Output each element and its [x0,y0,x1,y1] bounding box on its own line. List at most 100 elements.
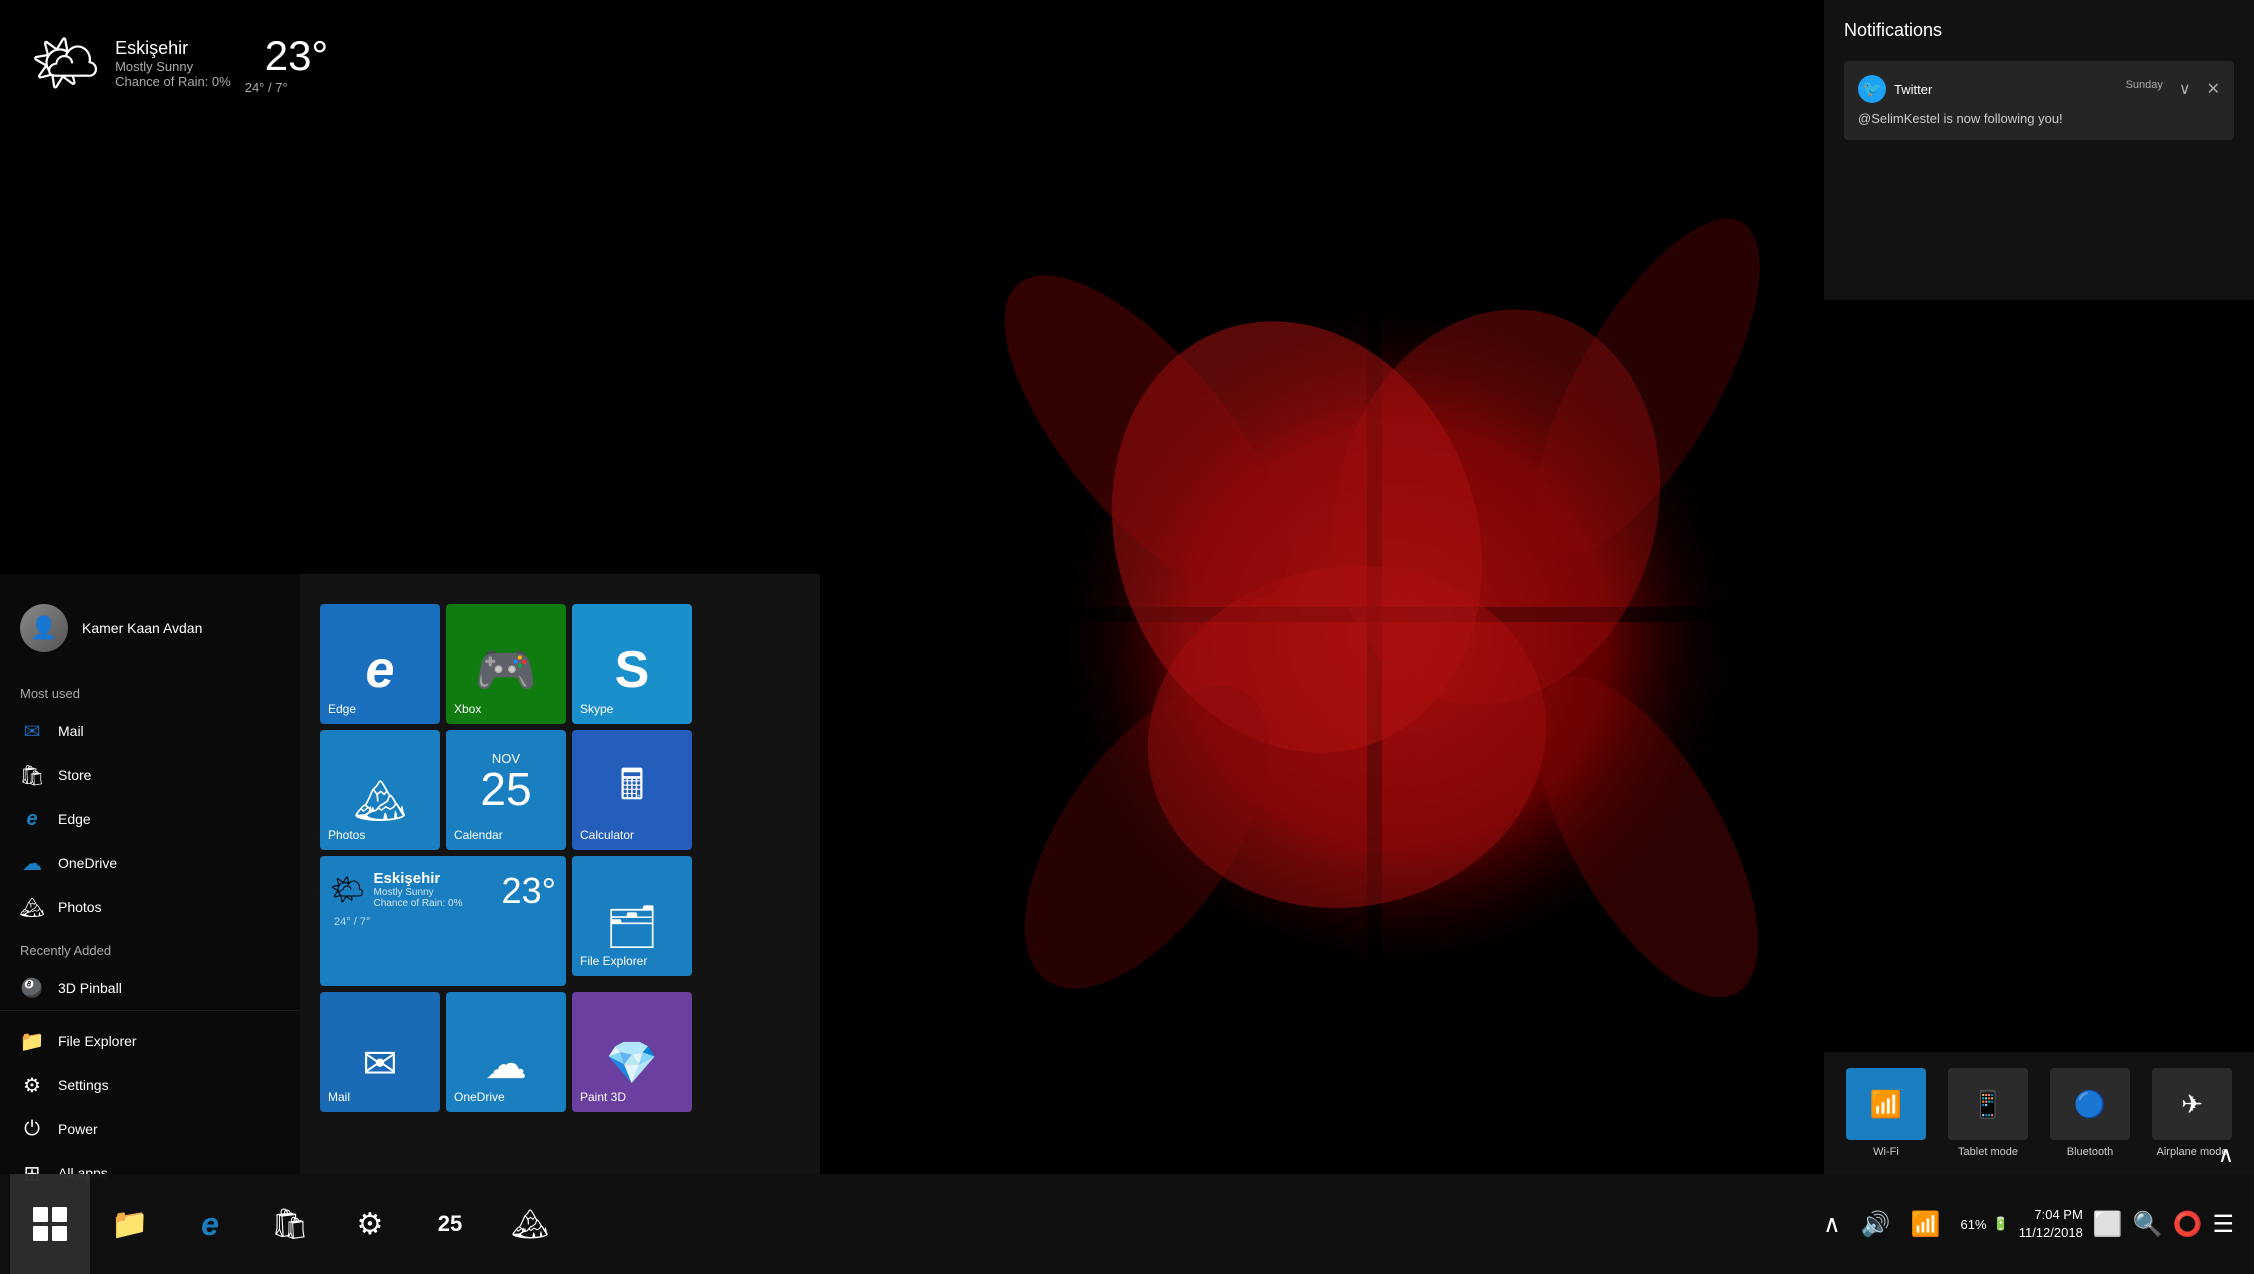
tile-calculator[interactable]: 🖩 Calculator [572,730,692,850]
mail-tile-icon: ✉ [362,1039,397,1088]
taskbar-calendar-icon: 25 [438,1211,462,1237]
power-icon: ⏻ [20,1117,44,1141]
taskbar-store-icon: 🛍 [271,1207,309,1242]
notif-app-name: Twitter [1894,82,1932,97]
tile-label-skype: Skype [580,702,613,716]
search-icon[interactable]: 🔍 [2133,1210,2163,1239]
bottom-label-file-explorer: File Explorer [58,1033,137,1049]
taskbar-left: 📁 e 🛍 ⚙ 25 🏔 [0,1174,580,1274]
airplane-icon: ✈ [2181,1089,2203,1120]
bluetooth-icon-box: 🔵 [2050,1068,2130,1140]
tile-label-photos: Photos [328,828,365,842]
weather-widget: 🌤 Eskişehir Mostly Sunny Chance of Rain:… [30,30,328,96]
tile-calendar[interactable]: NOV 25 Calendar [446,730,566,850]
bottom-power[interactable]: ⏻ Power [0,1107,300,1151]
tiles-row-2: 🏔 Photos NOV 25 Calendar 🖩 Calculator [320,730,800,850]
quick-action-wifi[interactable]: 📶 Wi-Fi [1840,1068,1932,1158]
quick-action-bluetooth[interactable]: 🔵 Bluetooth [2044,1068,2136,1158]
edge-tile-icon: e [366,640,395,700]
weather-tile-temp: 23° [502,870,556,912]
taskbar-settings[interactable]: ⚙ [330,1174,410,1274]
app-label-store: Store [58,767,91,783]
weather-temp-group: 23° 24° / 7° [245,32,329,95]
wifi-taskbar-icon[interactable]: 📶 [1911,1210,1941,1239]
taskbar-calendar[interactable]: 25 [410,1174,490,1274]
app-item-onedrive[interactable]: ☁ OneDrive [0,841,300,885]
wifi-label: Wi-Fi [1873,1146,1899,1158]
taskbar-file-explorer-icon: 📁 [111,1207,148,1242]
pinball-icon: 🎱 [20,976,44,1000]
taskbar-edge[interactable]: e [170,1174,250,1274]
store-icon: 🛍 [20,763,44,787]
tile-mail[interactable]: ✉ Mail [320,992,440,1112]
weather-tile-rain: Chance of Rain: 0% [374,898,463,909]
app-label-mail: Mail [58,723,84,739]
tablet-label: Tablet mode [1958,1146,2018,1158]
app-item-edge[interactable]: e Edge [0,797,300,841]
notif-body: @SelimKestel is now following you! [1858,111,2220,126]
tile-label-calendar: Calendar [454,828,503,842]
tile-paint3d[interactable]: 💎 Paint 3D [572,992,692,1112]
bottom-settings[interactable]: ⚙ Settings [0,1063,300,1107]
app-item-photos[interactable]: 🏔 Photos [0,885,300,929]
taskbar-file-explorer[interactable]: 📁 [90,1174,170,1274]
volume-icon[interactable]: 🔊 [1861,1210,1891,1239]
tile-label-paint3d: Paint 3D [580,1090,626,1104]
bluetooth-label: Bluetooth [2067,1146,2113,1158]
calculator-tile-icon: 🖩 [619,755,644,826]
fileexplorer-tile-icon: 🗂 [605,903,658,952]
airplane-label: Airplane mode [2157,1146,2228,1158]
taskbar-photos[interactable]: 🏔 [490,1174,570,1274]
tiles-row-3: 🌤 Eskişehir Mostly Sunny Chance of Rain:… [320,856,800,986]
app-label-photos: Photos [58,899,102,915]
taskbar: 📁 e 🛍 ⚙ 25 🏔 ∧ 🔊 📶 61% [0,1174,2254,1274]
tile-fileexplorer[interactable]: 🗂 File Explorer [572,856,692,976]
notifications-title: Notifications [1844,20,2234,41]
app-item-3dpinball[interactable]: 🎱 3D Pinball [0,966,300,1010]
tile-label-fileexplorer: File Explorer [580,954,647,968]
taskbar-store[interactable]: 🛍 [250,1174,330,1274]
username: Kamer Kaan Avdan [82,620,202,636]
notif-close-icon[interactable]: ✕ [2207,79,2220,99]
weather-tile-cond: Mostly Sunny [374,887,463,898]
start-button[interactable] [10,1174,90,1274]
clock-time: 7:04 PM [2019,1206,2083,1224]
battery-indicator[interactable]: 61% 🔋 [1960,1216,2008,1232]
skype-tile-icon: S [615,640,650,700]
notif-expand-icon[interactable]: ∨ [2179,79,2191,99]
edge-icon-small: e [20,807,44,831]
file-explorer-icon: 📁 [20,1029,44,1053]
tiles-row-4: ✉ Mail ☁ OneDrive 💎 Paint 3D [320,992,800,1112]
tiles-area: e Edge 🎮 Xbox S Skype 🏔 Photos [300,574,820,1174]
weather-tile-content: 🌤 Eskişehir Mostly Sunny Chance of Rain:… [320,856,566,986]
taskbar-right: ∧ 🔊 📶 61% 🔋 7:04 PM 11/12/2018 ⬜ 🔍 ⭕ ☰ [1823,1206,2254,1242]
cortana-icon[interactable]: ⭕ [2173,1210,2203,1239]
user-profile[interactable]: 👤 Kamer Kaan Avdan [0,594,300,672]
weather-tile-sun-icon: 🌤 [330,873,366,906]
tile-skype[interactable]: S Skype [572,604,692,724]
taskbar-system-icons: ∧ 🔊 📶 61% 🔋 [1823,1210,2009,1239]
datetime[interactable]: 7:04 PM 11/12/2018 [2019,1206,2083,1242]
tile-xbox[interactable]: 🎮 Xbox [446,604,566,724]
tablet-icon-box: 📱 [1948,1068,2028,1140]
chevron-up-icon[interactable]: ∧ [2218,1142,2234,1168]
tile-label-mail: Mail [328,1090,350,1104]
onedrive-icon: ☁ [20,851,44,875]
action-center-icon[interactable]: ☰ [2212,1210,2234,1239]
tile-edge[interactable]: e Edge [320,604,440,724]
tile-onedrive[interactable]: ☁ OneDrive [446,992,566,1112]
weather-condition: Mostly Sunny [115,59,231,74]
weather-sun-icon: 🌤 [30,30,101,96]
task-view-icon[interactable]: ⬜ [2093,1210,2123,1239]
most-used-label: Most used [0,672,300,709]
tile-label-calculator: Calculator [580,828,634,842]
app-item-mail[interactable]: ✉ Mail [0,709,300,753]
app-item-store[interactable]: 🛍 Store [0,753,300,797]
tile-weather[interactable]: 🌤 Eskişehir Mostly Sunny Chance of Rain:… [320,856,566,986]
tile-photos[interactable]: 🏔 Photos [320,730,440,850]
quick-action-tablet[interactable]: 📱 Tablet mode [1942,1068,2034,1158]
weather-tile-info: Eskişehir Mostly Sunny Chance of Rain: 0… [374,870,463,909]
hidden-icons-button[interactable]: ∧ [1823,1210,1841,1239]
bottom-file-explorer[interactable]: 📁 File Explorer [0,1019,300,1063]
app-label-edge: Edge [58,811,91,827]
